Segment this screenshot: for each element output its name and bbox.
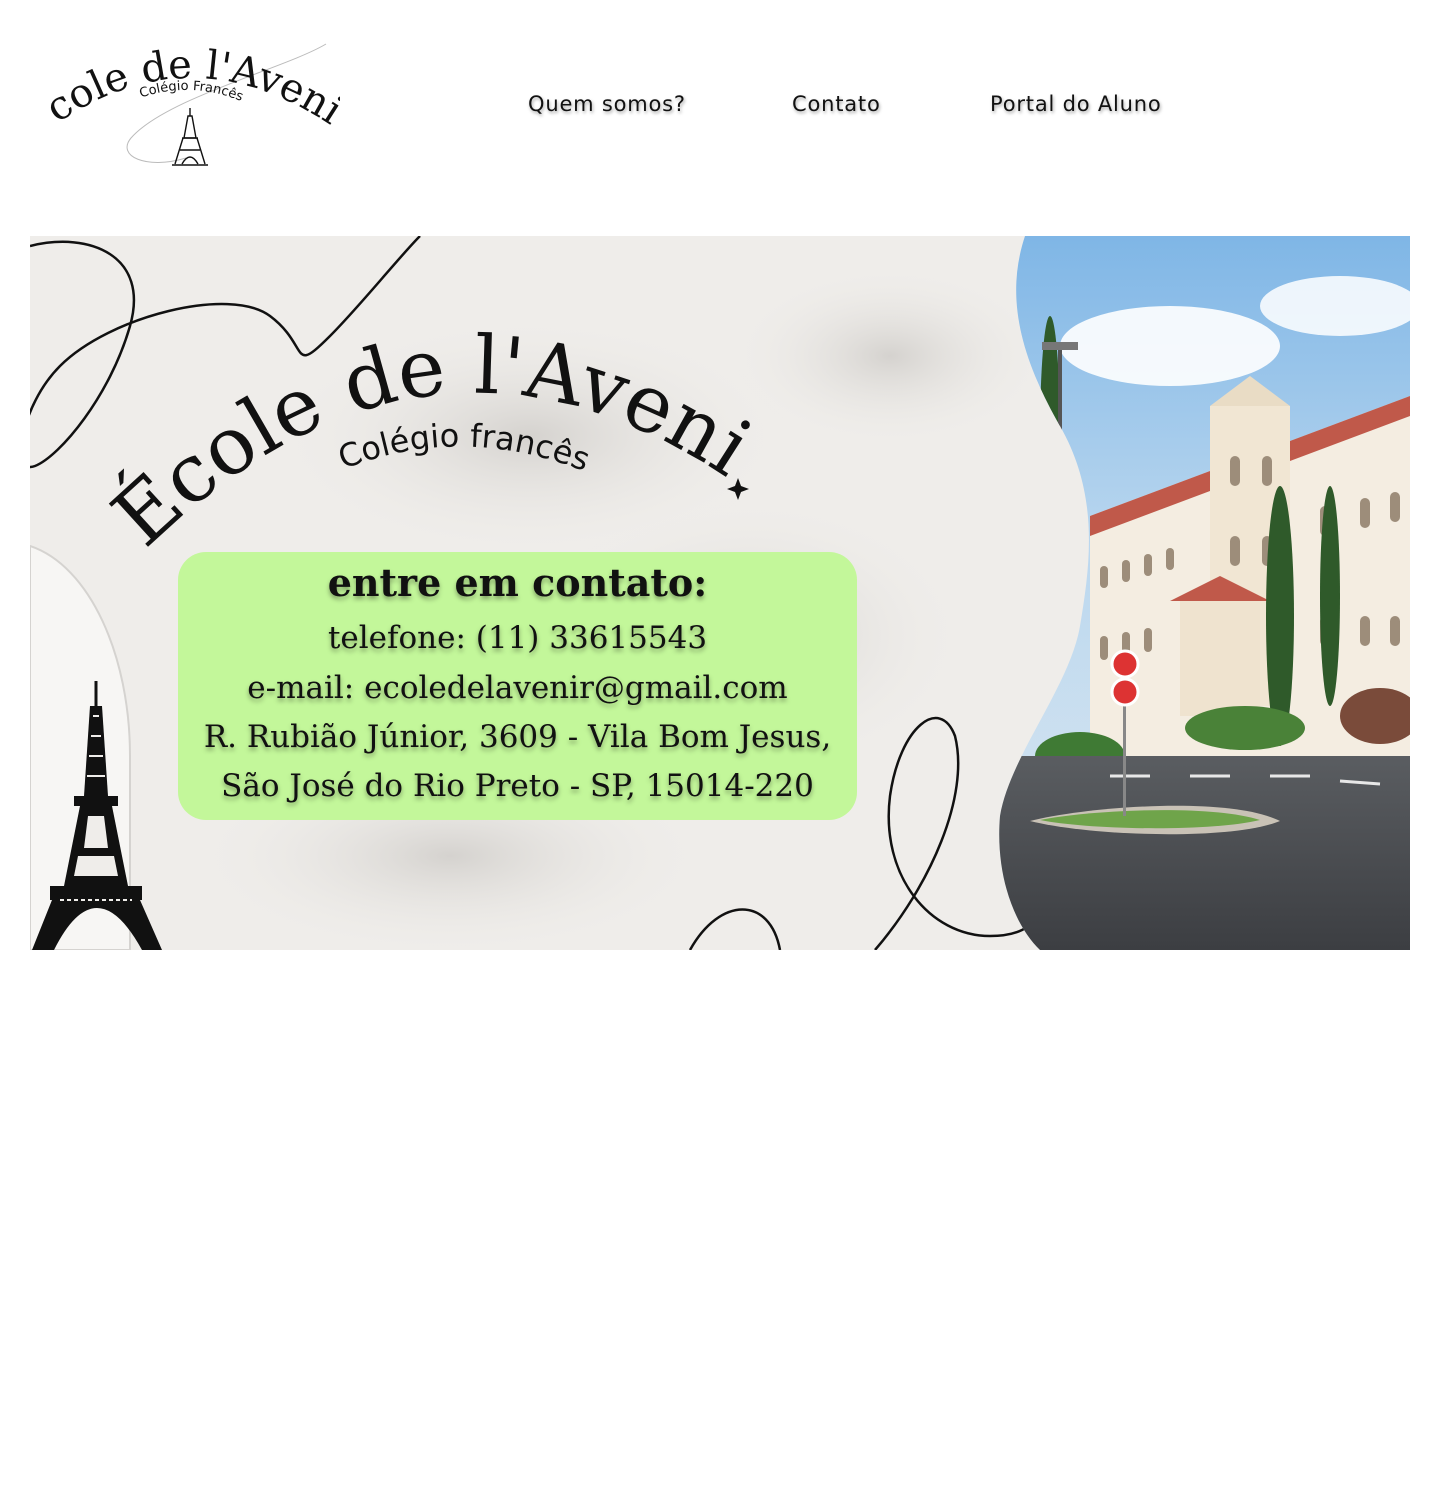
contact-heading: entre em contato: (327, 560, 708, 605)
contact-card: entre em contato: telefone: (11) 3361554… (178, 552, 857, 820)
contact-address-line1: R. Rubião Júnior, 3609 - Vila Bom Jesus, (203, 719, 832, 755)
nav-link-portal-do-aluno[interactable]: Portal do Aluno (990, 92, 1162, 116)
contact-email: e-mail: ecoledelavenir@gmail.com (247, 670, 788, 706)
logo-graphic: École de l'Avenir Colégio Francês (36, 38, 340, 166)
nav-link-contato[interactable]: Contato (792, 92, 881, 116)
site-logo[interactable]: École de l'Avenir Colégio Francês (36, 38, 340, 170)
contact-address-line2: São José do Rio Preto - SP, 15014-220 (221, 768, 814, 804)
nav-link-quem-somos[interactable]: Quem somos? (528, 92, 686, 116)
site-header: École de l'Avenir Colégio Francês Quem s… (0, 0, 1440, 200)
eiffel-tower-logo-icon (172, 108, 208, 166)
contact-banner: École de l'Avenir Colégio francês (30, 236, 1410, 950)
contact-phone: telefone: (11) 33615543 (327, 620, 708, 656)
